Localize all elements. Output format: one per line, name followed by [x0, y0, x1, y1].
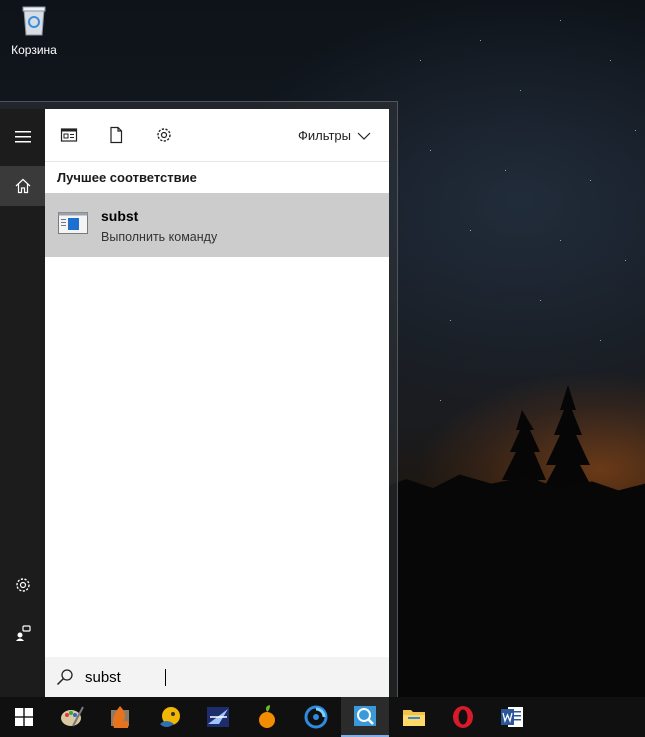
windows-logo-icon [15, 708, 33, 726]
fish-app-icon [160, 707, 180, 727]
gear-icon [15, 578, 30, 592]
taskbar-app-3[interactable] [146, 697, 194, 737]
taskbar-app-word[interactable] [488, 697, 536, 737]
opera-icon [453, 706, 473, 728]
magnifier-app-icon [354, 706, 376, 726]
settings-button[interactable] [0, 565, 45, 605]
start-rail [0, 109, 45, 697]
hamburger-icon [14, 131, 31, 143]
best-match-heading: Лучшее соответствие [57, 170, 197, 185]
taskbar-app-2[interactable] [97, 697, 145, 737]
wing-app-icon [207, 707, 229, 727]
chevron-down-icon [357, 132, 371, 140]
result-name: subst [101, 208, 139, 224]
taskbar-app-fl-studio[interactable] [243, 697, 291, 737]
swirl-app-icon [304, 705, 328, 729]
folder-icon [403, 710, 425, 726]
search-input[interactable] [85, 666, 375, 688]
taskbar-app-search[interactable] [341, 697, 389, 737]
documents-filter-icon[interactable] [107, 126, 125, 144]
fruit-app-icon [259, 705, 275, 728]
filters-dropdown[interactable]: Фильтры [298, 128, 371, 143]
result-item-subst[interactable]: subst Выполнить команду [45, 193, 389, 257]
taskbar-app-opera[interactable] [439, 697, 487, 737]
result-description: Выполнить команду [101, 230, 218, 244]
taskbar-app-6[interactable] [292, 697, 340, 737]
run-command-icon [58, 212, 88, 234]
flame-app-icon [111, 706, 129, 728]
taskbar [0, 697, 645, 737]
taskbar-app-file-explorer[interactable] [390, 697, 438, 737]
mountain-silhouette [380, 474, 645, 697]
taskbar-app-paint[interactable] [48, 697, 96, 737]
search-results-panel: Фильтры Лучшее соответствие subst Выполн… [45, 109, 389, 657]
taskbar-app-4[interactable] [194, 697, 242, 737]
text-caret [165, 669, 166, 686]
word-icon [501, 707, 523, 727]
search-box[interactable] [45, 657, 389, 697]
feedback-button[interactable] [0, 613, 45, 653]
settings-filter-icon[interactable] [155, 126, 173, 144]
home-icon [15, 178, 30, 194]
search-toolbar: Фильтры [45, 109, 389, 162]
apps-filter-icon[interactable] [60, 126, 78, 144]
recycle-bin-icon [22, 6, 46, 36]
desktop-icon-recycle-bin[interactable]: Корзина [6, 4, 62, 57]
start-button[interactable] [0, 697, 48, 737]
home-button[interactable] [0, 166, 45, 206]
search-icon [56, 669, 73, 686]
paint-palette-icon [61, 706, 84, 727]
recycle-bin-label: Корзина [11, 43, 57, 57]
filters-label: Фильтры [297, 128, 351, 143]
hamburger-menu-button[interactable] [0, 117, 45, 157]
feedback-icon [15, 625, 31, 641]
